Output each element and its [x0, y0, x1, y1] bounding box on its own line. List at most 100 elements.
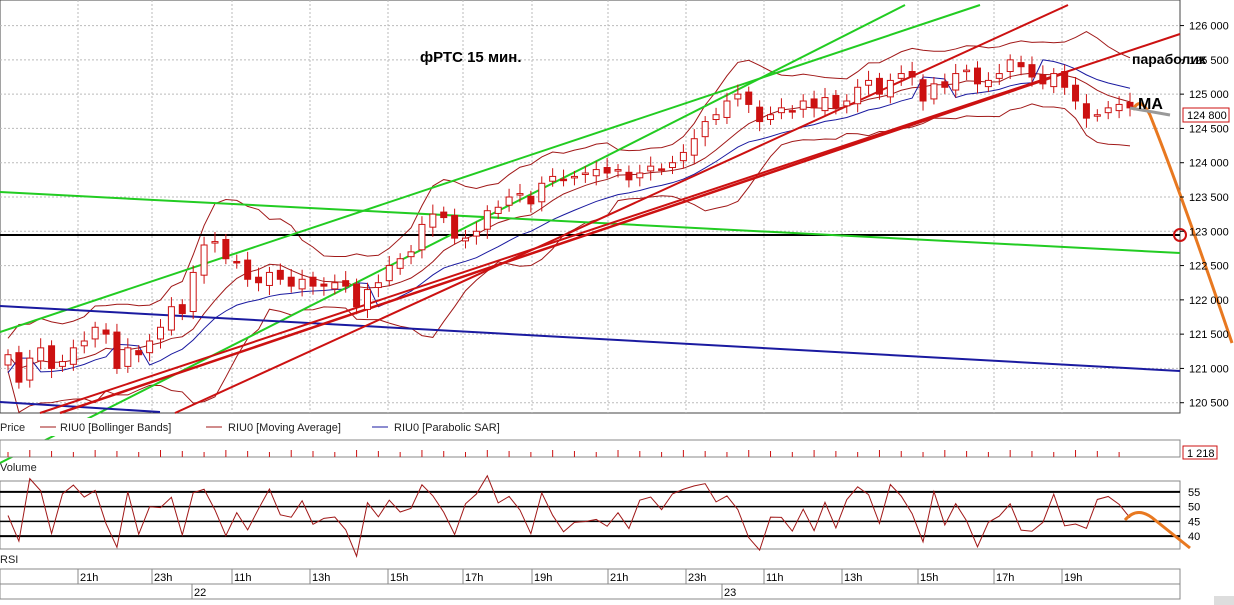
candle-body	[494, 206, 502, 214]
candle-body	[233, 260, 241, 264]
candle-body	[810, 98, 818, 109]
legend-bollinger: RIU0 [Bollinger Bands]	[60, 422, 171, 434]
time-tick-label: 17h	[465, 572, 483, 584]
price-tick-label: 121 500	[1189, 329, 1229, 341]
candle-body	[276, 269, 284, 280]
candle-body	[636, 172, 644, 179]
candle-body	[309, 276, 317, 287]
candle-body	[483, 210, 491, 230]
candle-body	[941, 81, 949, 88]
last-price-label: 124 800	[1187, 110, 1227, 122]
rsi-axis: 55 50 45 40	[1188, 487, 1200, 543]
candle-body	[265, 271, 273, 286]
time-tick-label: 17h	[996, 572, 1014, 584]
time-tick-label: 19h	[1064, 572, 1082, 584]
volume-value-label: 1 218	[1187, 448, 1215, 460]
time-tick-label: 19h	[534, 572, 552, 584]
candle-body	[37, 347, 45, 362]
candle-body	[516, 193, 524, 196]
candle-body	[1006, 59, 1014, 73]
candle-body	[984, 79, 992, 88]
candle-body	[331, 282, 339, 290]
time-tick-label: 13h	[312, 572, 330, 584]
candle-body	[178, 304, 186, 315]
candle-body	[255, 276, 263, 284]
candle-body	[1039, 74, 1047, 85]
candle-body	[701, 121, 709, 138]
candle-body	[320, 283, 328, 287]
candle-body	[756, 106, 764, 123]
candle-body	[167, 306, 175, 331]
price-tick-label: 120 500	[1189, 398, 1229, 410]
candle-body	[560, 178, 568, 182]
candle-body	[353, 283, 361, 308]
rsi-tick-label: 40	[1188, 531, 1200, 543]
candle-body	[777, 107, 785, 114]
candle-body	[1028, 64, 1036, 78]
price-tick-label: 126 000	[1189, 21, 1229, 33]
candle-body	[374, 282, 382, 289]
candle-body	[1104, 107, 1112, 114]
day-tick-label: 23	[724, 587, 736, 599]
candle-body	[767, 114, 775, 121]
candle-body	[200, 244, 208, 276]
price-tick-label: 124 500	[1189, 123, 1229, 135]
candle-body	[298, 278, 306, 290]
candle-body	[113, 331, 121, 369]
price-tick-label: 123 500	[1189, 192, 1229, 204]
candle-body	[963, 69, 971, 73]
candle-body	[788, 110, 796, 113]
rsi-tick-label: 55	[1188, 487, 1200, 499]
candle-body	[1050, 73, 1058, 88]
candle-body	[952, 73, 960, 91]
candle-body	[625, 171, 633, 181]
candle-body	[124, 347, 132, 367]
candle-body	[930, 83, 938, 100]
time-tick-label: 15h	[920, 572, 938, 584]
candle-body	[723, 100, 731, 118]
candle-body	[647, 165, 655, 172]
candle-body	[396, 258, 404, 269]
candle-body	[745, 91, 753, 105]
candle-body	[4, 354, 12, 366]
candle-body	[603, 167, 611, 174]
candle-body	[26, 357, 34, 381]
candle-body	[135, 350, 143, 356]
candle-body	[668, 162, 676, 169]
candle-body	[385, 265, 393, 282]
candle-body	[886, 79, 894, 98]
candle-body	[854, 86, 862, 105]
candle-body	[995, 73, 1003, 79]
rsi-label: RSI	[0, 554, 18, 566]
candle-body	[102, 329, 110, 335]
candle-body	[1061, 71, 1069, 88]
candle-body	[570, 175, 578, 179]
price-tick-label: 125 500	[1189, 55, 1229, 67]
rsi-tick-label: 50	[1188, 502, 1200, 514]
candle-body	[157, 326, 165, 340]
time-tick-label: 11h	[234, 572, 252, 584]
candle-body	[451, 215, 459, 239]
candle-body	[908, 71, 916, 78]
candle-body	[799, 100, 807, 110]
candle-body	[821, 97, 829, 112]
candle-body	[91, 326, 99, 340]
legend-bar	[0, 418, 1180, 436]
price-tick-label: 122 000	[1189, 295, 1229, 307]
day-tick-label: 22	[194, 587, 206, 599]
legend-sar: RIU0 [Parabolic SAR]	[394, 422, 500, 434]
time-tick-label: 23h	[688, 572, 706, 584]
candle-body	[734, 93, 742, 100]
candle-body	[58, 361, 66, 367]
time-tick-label: 13h	[844, 572, 862, 584]
candle-body	[440, 211, 448, 219]
candle-body	[1082, 103, 1090, 119]
candle-body	[690, 138, 698, 156]
scroll-handle[interactable]	[1214, 596, 1234, 605]
candle-body	[244, 259, 252, 280]
candle-body	[1093, 114, 1101, 117]
candle-body	[407, 251, 415, 258]
price-tick-label: 121 000	[1189, 363, 1229, 375]
volume-panel	[0, 439, 1181, 458]
candle-body	[342, 280, 350, 287]
